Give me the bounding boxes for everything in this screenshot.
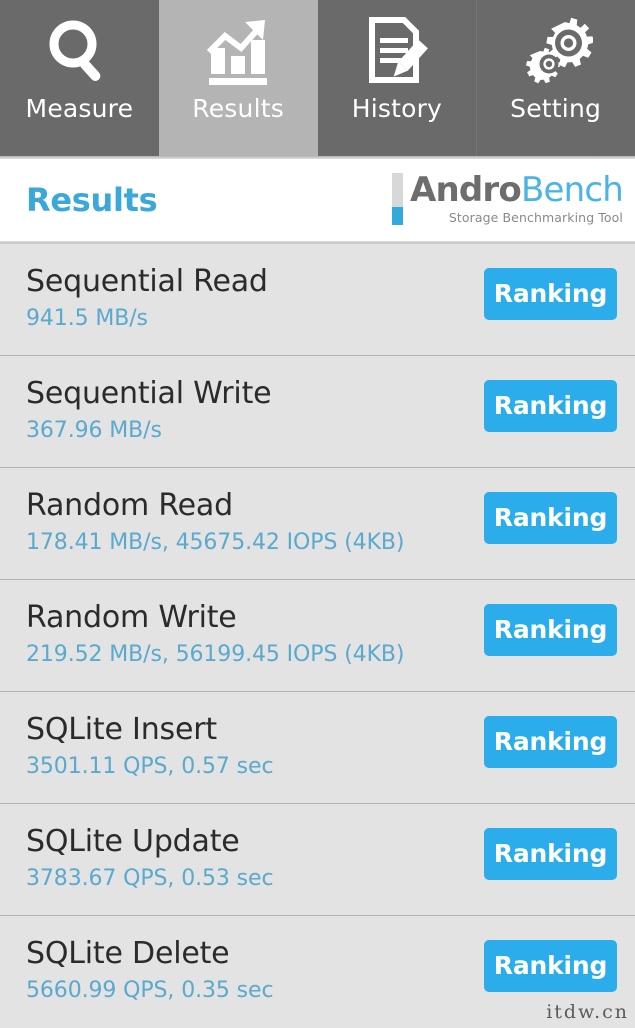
result-title: SQLite Delete xyxy=(26,936,230,971)
result-value: 3501.11 QPS, 0.57 sec xyxy=(26,754,274,779)
table-row: SQLite Delete 5660.99 QPS, 0.35 sec Rank… xyxy=(0,916,635,1028)
table-row: Random Read 178.41 MB/s, 45675.42 IOPS (… xyxy=(0,468,635,580)
results-list: Sequential Read 941.5 MB/s Ranking Seque… xyxy=(0,244,635,1028)
logo-subtitle: Storage Benchmarking Tool xyxy=(448,210,623,225)
result-title: Sequential Write xyxy=(26,376,272,411)
table-row: Sequential Read 941.5 MB/s Ranking xyxy=(0,244,635,356)
result-value: 3783.67 QPS, 0.53 sec xyxy=(26,866,274,891)
androbench-logo: AndroBench Storage Benchmarking Tool xyxy=(391,170,624,227)
tab-history-label: History xyxy=(351,94,443,123)
tab-measure[interactable]: Measure xyxy=(0,0,159,156)
result-title: Sequential Read xyxy=(26,264,268,299)
logo-text: AndroBench Storage Benchmarking Tool xyxy=(409,170,624,227)
table-row: SQLite Insert 3501.11 QPS, 0.57 sec Rank… xyxy=(0,692,635,804)
result-title: SQLite Insert xyxy=(26,712,217,747)
logo-bar-top xyxy=(391,173,403,207)
ranking-button[interactable]: Ranking xyxy=(484,380,617,432)
document-pencil-icon xyxy=(358,14,436,88)
ranking-button[interactable]: Ranking xyxy=(484,604,617,656)
tab-measure-label: Measure xyxy=(25,94,134,123)
ranking-button[interactable]: Ranking xyxy=(484,828,617,880)
logo-bar-icon xyxy=(391,173,403,225)
result-value: 219.52 MB/s, 56199.45 IOPS (4KB) xyxy=(26,642,405,667)
logo-andro-text: Andro xyxy=(409,170,522,210)
main-tab-bar: Measure Results History Setting xyxy=(0,0,635,156)
table-row: SQLite Update 3783.67 QPS, 0.53 sec Rank… xyxy=(0,804,635,916)
gears-icon xyxy=(517,14,595,88)
result-title: SQLite Update xyxy=(26,824,240,859)
tab-setting-label: Setting xyxy=(510,94,602,123)
logo-bench-text: Bench xyxy=(520,170,624,210)
tab-results[interactable]: Results xyxy=(158,0,318,156)
result-value: 941.5 MB/s xyxy=(26,306,148,331)
ranking-button[interactable]: Ranking xyxy=(484,716,617,768)
result-title: Random Read xyxy=(26,488,233,523)
androbench-results-screen: Measure Results History Setting Results … xyxy=(0,0,635,1028)
tab-results-label: Results xyxy=(192,94,284,123)
result-title: Random Write xyxy=(26,600,237,635)
tab-setting[interactable]: Setting xyxy=(476,0,635,156)
page-title: Results xyxy=(26,181,158,219)
logo-bar-bottom xyxy=(391,207,403,225)
magnifier-icon xyxy=(40,14,118,88)
result-value: 5660.99 QPS, 0.35 sec xyxy=(26,978,274,1003)
result-value: 178.41 MB/s, 45675.42 IOPS (4KB) xyxy=(26,530,405,555)
table-row: Random Write 219.52 MB/s, 56199.45 IOPS … xyxy=(0,580,635,692)
bar-chart-trend-icon xyxy=(199,14,277,88)
result-value: 367.96 MB/s xyxy=(26,418,162,443)
logo-wordmark: AndroBench xyxy=(409,170,624,210)
ranking-button[interactable]: Ranking xyxy=(484,268,617,320)
ranking-button[interactable]: Ranking xyxy=(484,492,617,544)
page-header: Results AndroBench Storage Benchmarking … xyxy=(0,159,635,241)
table-row: Sequential Write 367.96 MB/s Ranking xyxy=(0,356,635,468)
tab-history[interactable]: History xyxy=(317,0,477,156)
ranking-button[interactable]: Ranking xyxy=(484,940,617,992)
